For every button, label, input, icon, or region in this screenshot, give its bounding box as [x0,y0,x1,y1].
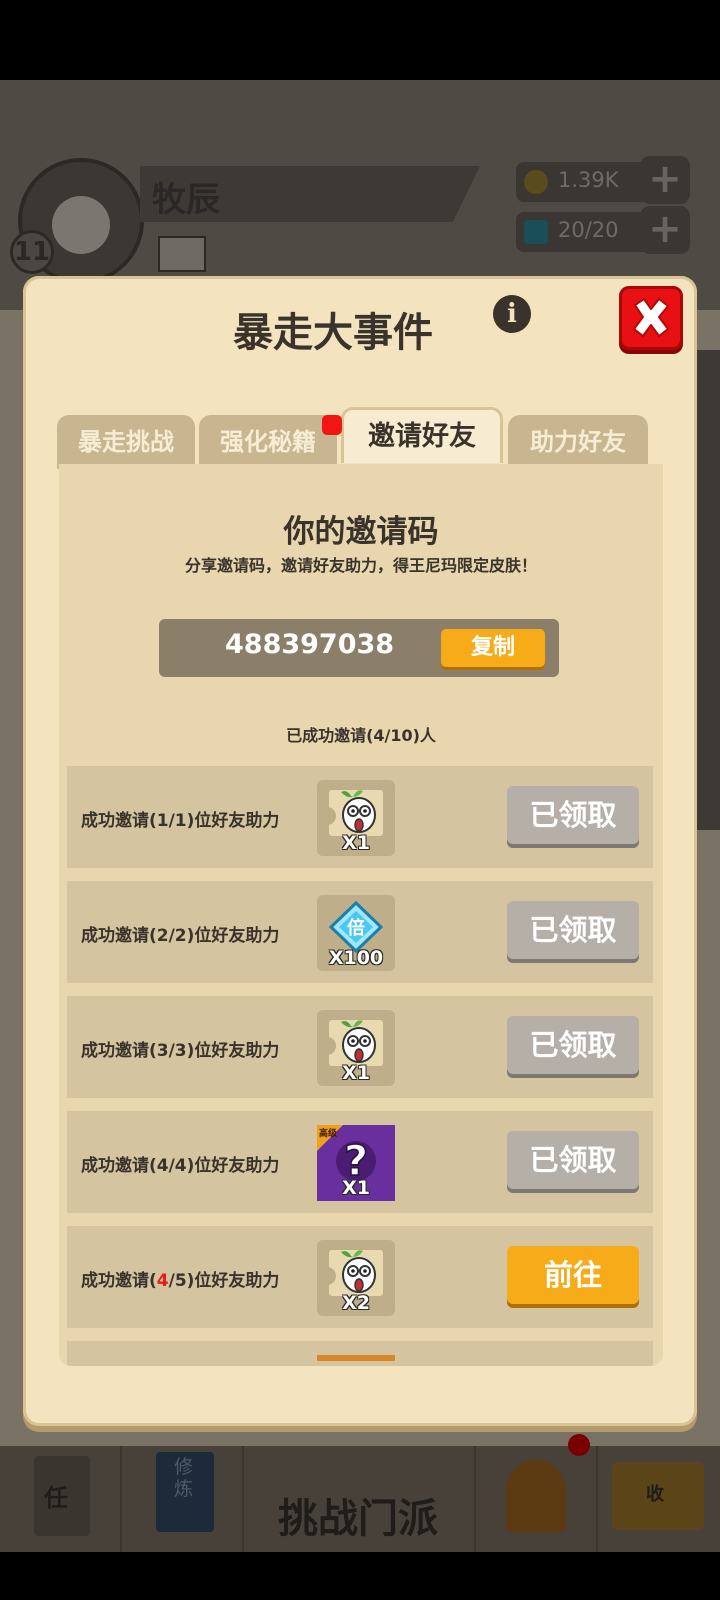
reward-item[interactable]: X1 [317,780,395,856]
reward-count: X1 [342,832,370,854]
reward-condition: 成功邀请(4/5)位好友助力 [81,1271,280,1291]
invite-subtitle: 分享邀请码，邀请好友助力，得王尼玛限定皮肤！ [184,556,537,575]
helmet-icon [506,1460,566,1532]
challenge-sect-title: 挑战门派 [278,1496,438,1542]
tab-notification-badge [322,415,342,435]
reward-item[interactable]: X1 [317,1010,395,1086]
reward-condition: 成功邀请(4/4)位好友助力 [81,1156,280,1176]
go-button[interactable]: 前往 [507,1246,639,1304]
bottom-nav: 任 修炼 挑战门派 收 [0,1434,720,1552]
level-badge: 11 [10,230,54,274]
shop-label: 收 [646,1484,664,1505]
gold-bar: 1.39K [516,162,654,202]
add-gold-button: + [640,156,690,204]
invite-progress: 已成功邀请(4/10)人 [286,726,436,745]
invite-code[interactable]: 488397038 [225,629,394,660]
tab-rampage-challenge[interactable]: 暴走挑战 [57,415,195,469]
reward-row: 成功邀请(2/2)位好友助力 倍 X100 已领取 [67,881,653,983]
reward-item[interactable]: X2 [317,1240,395,1316]
nav-armor [476,1446,598,1552]
invite-heading: 你的邀请码 [283,514,439,550]
avatar-face [52,196,110,254]
reward-condition: 成功邀请(3/3)位好友助力 [81,1041,280,1061]
reward-count: X2 [342,1292,370,1314]
svg-text:倍: 倍 [347,917,365,939]
energy-value: 20/20 [558,218,619,242]
add-energy-button: + [640,206,690,254]
reward-row: 成功邀请(3/3)位好友助力 X1 已领取 [67,996,653,1098]
tab-enhance-guide[interactable]: 强化秘籍 [199,415,337,469]
task-label: 任 [44,1484,68,1512]
notification-dot [568,1434,590,1456]
nav-cultivate: 修炼 [122,1446,244,1552]
tab-invite-friends[interactable]: 邀请好友 [341,407,503,463]
copy-button[interactable]: 复制 [441,629,545,667]
gold-value: 1.39K [558,168,619,192]
close-icon [633,298,669,337]
reward-row [67,1341,653,1366]
claimed-button[interactable]: 已领取 [507,786,639,844]
gem-icon [524,220,548,244]
reward-item[interactable]: ? 高级 X1 [317,1125,395,1201]
reward-condition: 成功邀请(2/2)位好友助力 [81,926,280,946]
reward-count: X1 [342,1177,370,1199]
tab-assist-friends[interactable]: 助力好友 [508,415,648,469]
mail-icon [158,236,206,272]
reward-row: 成功邀请(1/1)位好友助力 X1 已领取 [67,766,653,868]
close-button[interactable] [619,286,683,350]
reward-item[interactable]: 倍 X100 [317,895,395,971]
cultivate-label: 修炼 [174,1456,194,1500]
info-icon[interactable]: i [493,295,531,333]
reward-count: X100 [328,947,384,969]
reward-condition: 成功邀请(1/1)位好友助力 [81,811,280,831]
event-modal: 暴走大事件 i 暴走挑战 强化秘籍 邀请好友 助力好友 你的邀请码 分享邀请码，… [23,276,697,1426]
modal-title: 暴走大事件 [233,310,433,356]
energy-bar: 20/20 [516,212,654,252]
corner-tag: 高级 [319,1129,338,1139]
invite-code-bar: 488397038 复制 [159,619,559,677]
invite-panel: 你的邀请码 分享邀请码，邀请好友助力，得王尼玛限定皮肤！ 488397038 复… [59,464,663,1366]
reward-row: 成功邀请(4/4)位好友助力 ? 高级 X1 已领取 [67,1111,653,1213]
reward-item-edge [317,1355,395,1361]
claimed-button[interactable]: 已领取 [507,1131,639,1189]
claimed-button[interactable]: 已领取 [507,1016,639,1074]
nav-shop: 收 [598,1446,720,1552]
reward-row: 成功邀请(4/5)位好友助力 X2 前往 [67,1226,653,1328]
player-name: 牧辰 [152,180,220,220]
coin-icon [524,170,548,194]
reward-count: X1 [342,1062,370,1084]
claimed-button[interactable]: 已领取 [507,901,639,959]
nav-task: 任 [0,1446,122,1552]
